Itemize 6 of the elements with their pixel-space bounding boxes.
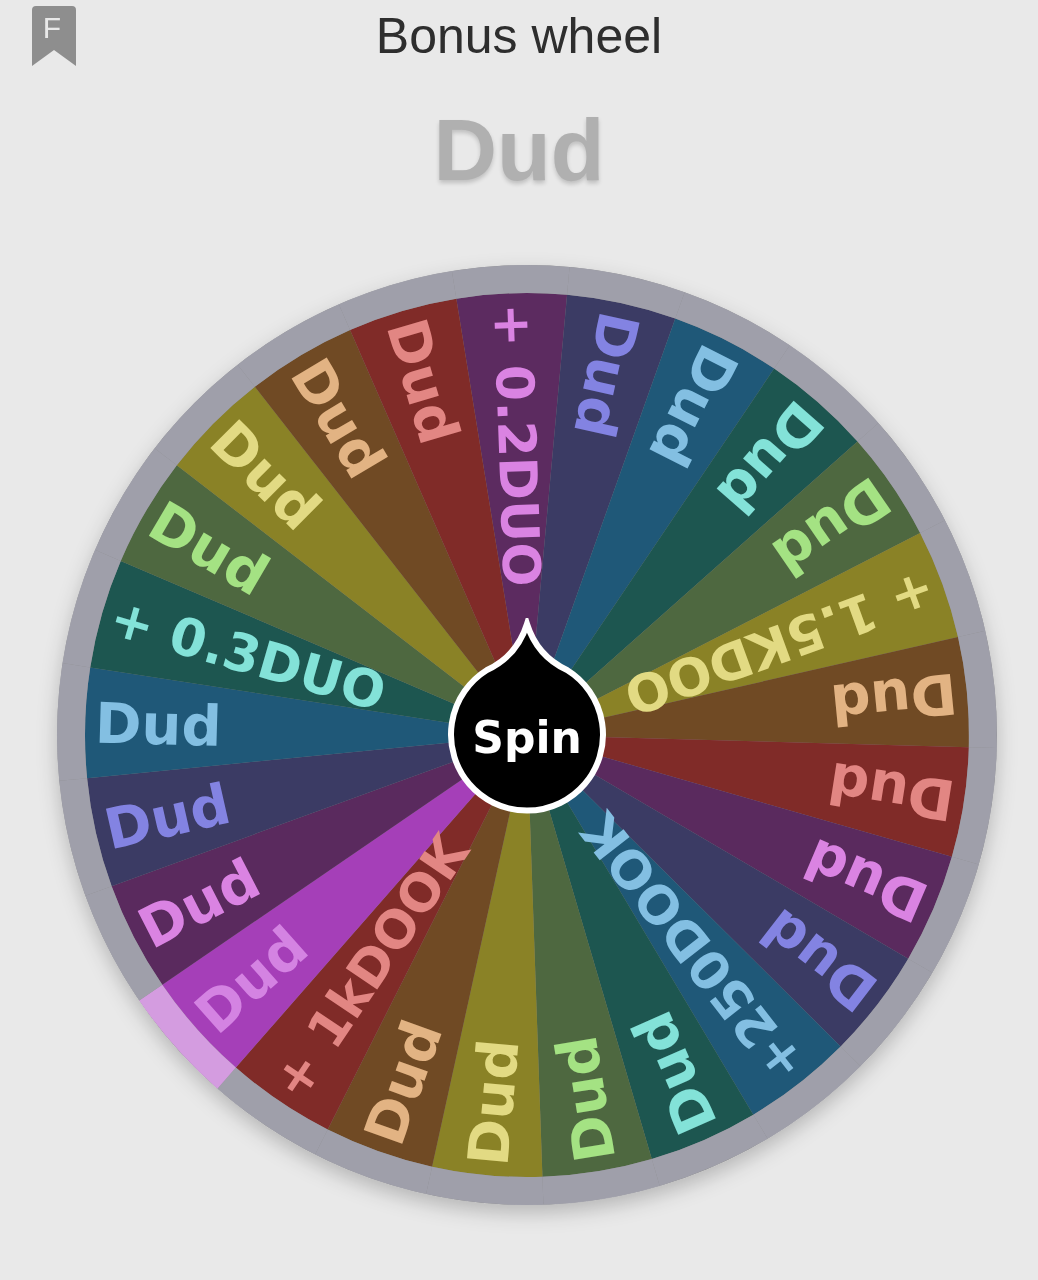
result-text: Dud [433, 100, 605, 201]
segment-label: Dud [824, 749, 959, 834]
segment-label: + 0.2DUO [481, 302, 552, 588]
spin-button[interactable]: Spin [447, 618, 607, 816]
segment-label: Dud [560, 306, 652, 444]
window-title: Bonus wheel [375, 7, 663, 65]
